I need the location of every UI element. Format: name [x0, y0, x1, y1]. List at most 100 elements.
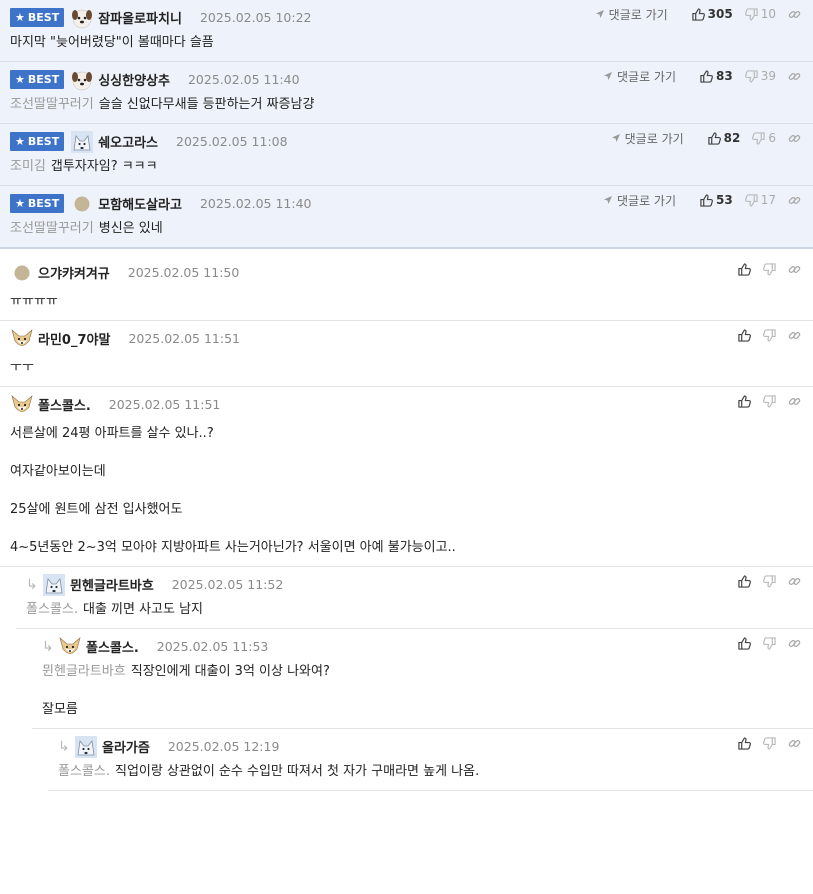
- best-comment: ★ BEST 잠파올로파치니 2025.02.05 10:22 댓글로 가기 30…: [0, 0, 813, 62]
- author-nickname[interactable]: 뮌헨글라트바흐: [70, 575, 154, 594]
- like-button[interactable]: [738, 574, 751, 588]
- reply-mention[interactable]: 폴스콜스.: [26, 602, 78, 617]
- comment-actions: [726, 571, 801, 591]
- comment-body: 서른살에 24평 아파트를 살수 있나..? 여자같아보이는데 25살에 원트에…: [0, 415, 813, 566]
- dislike-button[interactable]: 39: [744, 69, 776, 83]
- author-nickname[interactable]: 쉐오고라스: [98, 132, 158, 151]
- goto-comment-link[interactable]: 댓글로 가기: [611, 130, 684, 147]
- like-button[interactable]: 53: [700, 193, 733, 207]
- dot-avatar-icon[interactable]: [74, 196, 90, 212]
- like-button[interactable]: [738, 394, 751, 408]
- like-button[interactable]: 82: [707, 131, 740, 145]
- share-button[interactable]: [788, 329, 801, 342]
- thumbs-down-icon: [744, 7, 758, 21]
- thumbs-down-icon: [763, 262, 776, 276]
- link-icon: [788, 196, 801, 204]
- link-icon: [788, 639, 801, 647]
- thumbs-up-icon: [700, 193, 713, 207]
- comment-actions: [726, 733, 801, 753]
- dislike-button[interactable]: [763, 574, 776, 588]
- dislike-button[interactable]: 17: [744, 193, 776, 207]
- author-nickname[interactable]: 잠파올로파치니: [98, 8, 182, 27]
- like-button[interactable]: [738, 736, 751, 750]
- share-button[interactable]: [788, 637, 801, 650]
- comment-text: ㅠㅠㅠㅠ: [10, 294, 58, 309]
- wolf-avatar-icon[interactable]: [74, 735, 98, 759]
- like-button[interactable]: [738, 262, 751, 276]
- comment-header: ↳ 폴스콜스. 2025.02.05 11:53: [32, 629, 813, 657]
- dislike-button[interactable]: [763, 262, 776, 276]
- fox-avatar-icon[interactable]: [10, 327, 34, 351]
- comment-header: ↳ 올라가즘 2025.02.05 12:19: [48, 729, 813, 759]
- author-nickname[interactable]: 라민0_7야말: [38, 329, 110, 348]
- reply-comment: ↳ 폴스콜스. 2025.02.05 11:53 뮌헨글라트바흐 직장인에게 대출…: [32, 629, 813, 729]
- fox-avatar-icon[interactable]: [10, 393, 34, 417]
- author-nickname[interactable]: 폴스콜스.: [86, 637, 139, 656]
- comment: 폴스콜스. 2025.02.05 11:51 서른살에 24평 아파트를 살수 …: [0, 387, 813, 567]
- dog-avatar-icon[interactable]: [70, 68, 94, 92]
- thumbs-up-icon: [738, 736, 751, 750]
- reply-comment: ↳ 뮌헨글라트바흐 2025.02.05 11:52 폴스콜스. 대출 끼면 사고…: [16, 567, 813, 629]
- share-button[interactable]: [788, 737, 801, 750]
- fox-avatar-icon[interactable]: [58, 635, 82, 659]
- comment-text: 마지막 "늦어버렸당"이 볼때마다 슬픔: [10, 35, 214, 50]
- author-nickname[interactable]: 으갸캬켜겨규: [38, 263, 110, 282]
- comment-actions: 댓글로 가기 305 10: [595, 4, 801, 24]
- send-arrow-icon: [604, 72, 612, 80]
- share-button[interactable]: [788, 8, 801, 21]
- thumbs-down-icon: [763, 394, 776, 408]
- comment-date: 2025.02.05 11:52: [171, 577, 284, 592]
- reply-comment: ↳ 올라가즘 2025.02.05 12:19 폴스콜스. 직업이랑 상관없이 순…: [48, 729, 813, 791]
- reply-mention[interactable]: 조미김: [10, 159, 46, 174]
- dislike-button[interactable]: [763, 736, 776, 750]
- dislike-button[interactable]: 10: [744, 7, 776, 21]
- comment-text: 잘모름: [42, 702, 78, 717]
- dislike-button[interactable]: [763, 636, 776, 650]
- thumbs-up-icon: [738, 394, 751, 408]
- share-button[interactable]: [788, 575, 801, 588]
- like-button[interactable]: 305: [691, 7, 733, 21]
- goto-comment-link[interactable]: 댓글로 가기: [595, 6, 668, 23]
- wolf-avatar-icon[interactable]: [70, 130, 94, 154]
- comment-text: 폴스콜스. 대출 끼면 사고도 남지: [26, 602, 204, 617]
- best-badge: ★ BEST: [10, 8, 65, 27]
- dislike-button[interactable]: [763, 328, 776, 342]
- comment-body: ㅜㅜ: [0, 349, 813, 386]
- reply-mention[interactable]: 뮌헨글라트바흐: [42, 664, 126, 679]
- send-arrow-icon: [611, 134, 620, 142]
- reply-mention[interactable]: 조선딸딸꾸러기: [10, 97, 94, 112]
- share-button[interactable]: [788, 263, 801, 276]
- reply-mention[interactable]: 폴스콜스.: [58, 764, 110, 779]
- comment-actions: [726, 325, 801, 345]
- author-nickname[interactable]: 폴스콜스.: [38, 395, 91, 414]
- thumbs-down-icon: [744, 193, 758, 207]
- dot-avatar-icon[interactable]: [14, 265, 30, 281]
- thumbs-up-icon: [707, 131, 721, 145]
- best-comment: ★ BEST 싱싱한양상추 2025.02.05 11:40 댓글로 가기 83 …: [0, 62, 813, 124]
- author-nickname[interactable]: 싱싱한양상추: [98, 70, 170, 89]
- dislike-button[interactable]: 6: [752, 131, 776, 145]
- goto-comment-link[interactable]: 댓글로 가기: [603, 68, 676, 85]
- like-button[interactable]: [738, 328, 751, 342]
- share-button[interactable]: [788, 70, 801, 83]
- author-nickname[interactable]: 올라가즘: [102, 737, 150, 756]
- comment-actions: [726, 391, 801, 411]
- thumbs-up-icon: [738, 262, 751, 276]
- dog-avatar-icon[interactable]: [70, 6, 94, 30]
- comment-date: 2025.02.05 11:40: [199, 196, 312, 211]
- author-nickname[interactable]: 모함해도살라고: [98, 194, 182, 213]
- thumbs-down-icon: [763, 636, 776, 650]
- comment-body: 조선딸딸꾸러기 병신은 있네: [0, 214, 813, 247]
- link-icon: [788, 72, 801, 80]
- goto-comment-link[interactable]: 댓글로 가기: [603, 192, 676, 209]
- share-button[interactable]: [788, 194, 801, 207]
- reply-mention[interactable]: 조선딸딸꾸러기: [10, 221, 94, 236]
- share-button[interactable]: [788, 395, 801, 408]
- comment-actions: 댓글로 가기 53 17: [603, 190, 801, 210]
- wolf-avatar-icon[interactable]: [42, 573, 66, 597]
- thumbs-down-icon: [763, 328, 776, 342]
- share-button[interactable]: [788, 132, 801, 145]
- like-button[interactable]: 83: [700, 69, 733, 83]
- dislike-button[interactable]: [763, 394, 776, 408]
- like-button[interactable]: [738, 636, 751, 650]
